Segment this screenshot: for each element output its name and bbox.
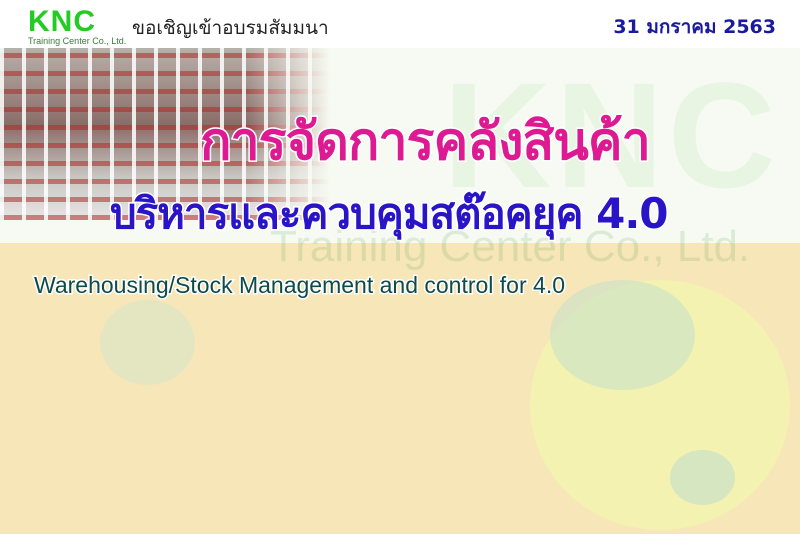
subtitle-thai: บริหารและควบคุมสต๊อคยุค 4.0 (109, 188, 670, 240)
event-date: 31 มกราคม 2563 (613, 16, 776, 38)
logo: KNC Training Center Co., Ltd. (28, 5, 127, 47)
decor-circle (670, 450, 735, 505)
logo-text: KNC (28, 5, 96, 38)
title-thai: การจัดการคลังสินค้า (199, 111, 653, 174)
invite-text: ขอเชิญเข้าอบรมสัมมนา (132, 17, 329, 39)
decor-circle (550, 280, 695, 390)
title-english: Warehousing/Stock Management and control… (33, 271, 567, 300)
decor-circle (100, 300, 195, 385)
logo-subtitle: Training Center Co., Ltd. (28, 36, 127, 46)
